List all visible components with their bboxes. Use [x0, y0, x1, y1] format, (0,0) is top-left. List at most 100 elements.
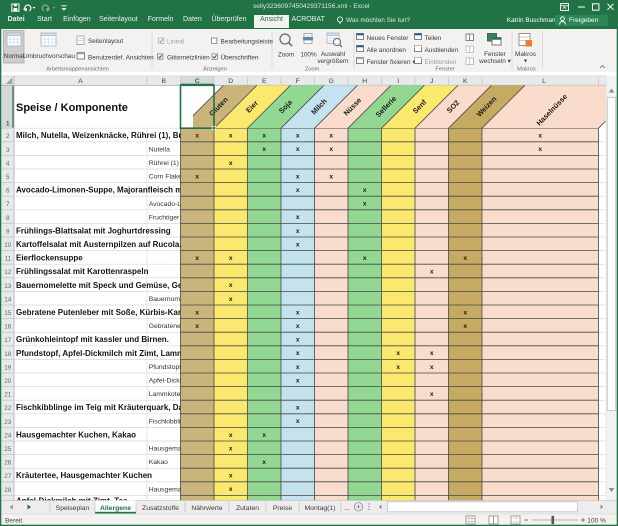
svg-text:Rührei (1): Rührei (1): [149, 160, 179, 167]
svg-text:x: x: [296, 377, 300, 384]
svg-text:Frühlingssalat mit Karottenras: Frühlingssalat mit Karottenraspeln: [16, 267, 149, 276]
svg-text:Frühlings-Blattsalat mit Joghu: Frühlings-Blattsalat mit Joghurtdressing: [16, 226, 171, 235]
svg-text:x: x: [363, 201, 367, 208]
svg-text:x: x: [296, 146, 300, 153]
svg-text:L: L: [542, 78, 546, 85]
svg-text:x: x: [296, 173, 300, 180]
svg-text:x: x: [538, 133, 542, 140]
svg-text:7: 7: [6, 201, 10, 208]
svg-text:x: x: [195, 173, 199, 180]
svg-text:Kartoffelsalat mit Austernpilz: Kartoffelsalat mit Austernpilzen auf Ruc…: [16, 240, 182, 249]
svg-text:A: A: [78, 78, 83, 85]
svg-text:2: 2: [6, 133, 10, 140]
svg-text:x: x: [262, 432, 266, 439]
svg-text:F: F: [296, 78, 300, 85]
svg-text:Pfundstopf: Pfundstopf: [149, 364, 182, 371]
svg-text:1: 1: [6, 121, 10, 128]
svg-text:x: x: [296, 337, 300, 344]
svg-text:Montag(1): Montag(1): [305, 505, 336, 512]
svg-text:x: x: [296, 418, 300, 425]
svg-text:x: x: [195, 133, 199, 140]
svg-text:17: 17: [4, 337, 12, 344]
svg-text:x: x: [463, 309, 467, 316]
svg-text:D: D: [228, 78, 233, 85]
svg-text:x: x: [296, 241, 300, 248]
svg-text:x: x: [296, 187, 300, 194]
svg-text:x: x: [396, 350, 400, 357]
svg-text:100 %: 100 %: [587, 518, 606, 525]
svg-text:x: x: [262, 146, 266, 153]
svg-text:26: 26: [4, 460, 12, 467]
svg-text:x: x: [296, 133, 300, 140]
svg-text:Preise: Preise: [273, 505, 292, 512]
svg-text:x: x: [229, 445, 233, 452]
svg-text:21: 21: [4, 392, 12, 399]
svg-text:13: 13: [4, 283, 12, 290]
svg-text:x: x: [229, 486, 233, 493]
svg-text:x: x: [329, 133, 333, 140]
svg-text:x: x: [229, 255, 233, 262]
svg-text:H: H: [362, 78, 367, 85]
svg-text:Kakao: Kakao: [149, 459, 168, 466]
svg-text:J: J: [430, 78, 433, 85]
svg-text:x: x: [538, 146, 542, 153]
svg-text:x: x: [296, 405, 300, 412]
svg-text:10: 10: [4, 242, 12, 249]
svg-text:x: x: [463, 255, 467, 262]
svg-text:20: 20: [4, 378, 12, 385]
svg-text:Speiseplan: Speiseplan: [56, 505, 90, 512]
svg-text:3: 3: [6, 147, 10, 154]
svg-text:x: x: [229, 282, 233, 289]
svg-text:x: x: [363, 255, 367, 262]
svg-text:x: x: [296, 309, 300, 316]
svg-text:16: 16: [4, 324, 12, 331]
svg-text:Grünkohleintopf mit kassler un: Grünkohleintopf mit kassler und Birnen.: [16, 335, 169, 344]
svg-text:Nährwerte: Nährwerte: [191, 505, 223, 512]
svg-text:x: x: [229, 160, 233, 167]
svg-text:Eierflockensuppe: Eierflockensuppe: [16, 254, 83, 263]
svg-text:25: 25: [4, 446, 12, 453]
svg-text:Bereit: Bereit: [5, 518, 22, 525]
svg-text:11: 11: [4, 256, 11, 263]
svg-text:14: 14: [4, 296, 12, 303]
svg-text:x: x: [430, 364, 434, 371]
svg-text:G: G: [329, 78, 334, 85]
svg-text:x: x: [296, 350, 300, 357]
svg-text:x: x: [329, 146, 333, 153]
svg-text:x: x: [329, 173, 333, 180]
svg-text:x: x: [229, 432, 233, 439]
svg-text:x: x: [195, 309, 199, 316]
svg-text:x: x: [195, 255, 199, 262]
svg-text:x: x: [430, 350, 434, 357]
svg-text:x: x: [229, 133, 233, 140]
svg-text:I: I: [397, 78, 399, 85]
svg-text:x: x: [296, 214, 300, 221]
svg-text:x: x: [430, 269, 434, 276]
svg-text:28: 28: [4, 487, 12, 494]
svg-text:Hausgemachter Kuchen, Kakao: Hausgemachter Kuchen, Kakao: [16, 430, 136, 439]
svg-text:C: C: [195, 78, 200, 85]
svg-text:4: 4: [6, 160, 10, 167]
svg-text:x: x: [262, 459, 266, 466]
svg-text:x: x: [229, 473, 233, 480]
svg-text:x: x: [430, 391, 434, 398]
svg-text:x: x: [296, 323, 300, 330]
svg-text:K: K: [463, 78, 468, 85]
svg-text:18: 18: [4, 351, 12, 358]
svg-text:Nutella: Nutella: [149, 146, 170, 153]
svg-text:6: 6: [6, 188, 10, 195]
svg-text:E: E: [262, 78, 267, 85]
svg-text:Zusatzstoffe: Zusatzstoffe: [142, 505, 179, 512]
svg-text:x: x: [296, 228, 300, 235]
svg-text:15: 15: [4, 310, 12, 317]
svg-text:B: B: [161, 78, 166, 85]
svg-text:5: 5: [6, 174, 10, 181]
svg-text:23: 23: [4, 419, 12, 426]
svg-text:x: x: [363, 187, 367, 194]
svg-text:Zutaten: Zutaten: [236, 505, 259, 512]
svg-text:x: x: [229, 296, 233, 303]
svg-text:22: 22: [4, 405, 12, 412]
svg-text:27: 27: [4, 473, 12, 480]
svg-text:x: x: [396, 364, 400, 371]
svg-text:x: x: [262, 133, 266, 140]
